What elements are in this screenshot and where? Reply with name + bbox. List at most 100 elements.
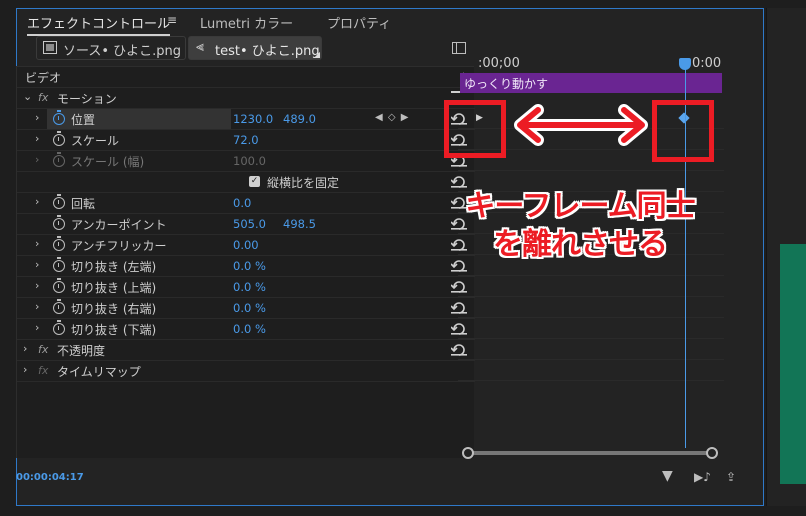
row-crop-left[interactable]: › 切り抜き (左端) 0.0 % — [17, 256, 475, 277]
anti-flicker-value[interactable]: 0.00 — [233, 238, 259, 252]
stopwatch-icon[interactable] — [53, 131, 65, 146]
anchor-y-value[interactable]: 498.5 — [283, 217, 316, 231]
anchor-x-value[interactable]: 505.0 — [233, 217, 266, 231]
position-label: 位置 — [71, 113, 96, 127]
stopwatch-icon[interactable] — [53, 110, 65, 125]
row-crop-top[interactable]: › 切り抜き (上端) 0.0 % — [17, 277, 475, 298]
motion-label: モーション — [57, 92, 117, 106]
chevron-right-icon[interactable]: › — [35, 195, 39, 208]
tab-properties[interactable]: プロパティ — [327, 13, 391, 32]
timeline-end-timecode: 0:00 — [692, 56, 722, 71]
section-video: ビデオ ▲ — [17, 67, 475, 88]
clip-name: ゆっくり動かす — [464, 77, 549, 91]
row-crop-bottom[interactable]: › 切り抜き (下端) 0.0 % — [17, 319, 475, 340]
row-crop-right[interactable]: › 切り抜き (右端) 0.0 % — [17, 298, 475, 319]
chevron-right-icon[interactable]: › — [35, 258, 39, 271]
stopwatch-icon[interactable] — [53, 257, 65, 272]
export-icon[interactable]: ⇪ — [726, 470, 736, 484]
row-scale-width: › スケール (幅) 100.0 — [17, 151, 475, 172]
crop-right-label: 切り抜き (右端) — [71, 302, 157, 316]
scale-width-label: スケール (幅) — [71, 155, 145, 169]
playhead-handle[interactable] — [679, 58, 691, 70]
program-monitor-preview — [780, 244, 806, 484]
position-y-value[interactable]: 489.0 — [283, 112, 316, 126]
scale-width-value: 100.0 — [233, 154, 266, 168]
sequence-clip-label: test• ひよこ.png — [215, 44, 320, 59]
chevron-right-icon[interactable]: › — [35, 321, 39, 334]
fx-icon[interactable]: fx — [38, 343, 48, 356]
stopwatch-icon[interactable] — [53, 278, 65, 293]
chevron-right-icon[interactable]: › — [35, 279, 39, 292]
tab-menu-icon[interactable]: ≡ — [167, 13, 177, 27]
tab-lumetri-color[interactable]: Lumetri カラー — [200, 13, 293, 32]
anchor-point-label: アンカーポイント — [71, 218, 167, 232]
timeline-start-timecode: :00;00 — [478, 56, 520, 71]
chevron-right-icon[interactable]: › — [35, 237, 39, 250]
scale-value[interactable]: 72.0 — [233, 133, 259, 147]
row-scale[interactable]: › スケール 72.0 — [17, 130, 475, 151]
sequence-clip-icon: ⫷ — [196, 39, 204, 55]
row-time-remap[interactable]: › fx タイムリマップ — [17, 361, 475, 382]
stopwatch-icon[interactable] — [53, 299, 65, 314]
crop-top-label: 切り抜き (上端) — [71, 281, 157, 295]
annotation-line-1: キーフレーム同士 — [465, 189, 695, 224]
row-uniform-scale[interactable]: ✓ 縦横比を固定 — [17, 172, 475, 193]
chevron-right-icon[interactable]: › — [35, 111, 39, 124]
crop-bottom-label: 切り抜き (下端) — [71, 323, 157, 337]
master-clip-icon — [43, 41, 57, 54]
sequence-clip-tab[interactable]: ⫷ test• ひよこ.png ◢ — [188, 36, 322, 60]
fx-icon[interactable]: fx — [38, 364, 48, 377]
timeline-zoom-scrollbar[interactable] — [462, 446, 718, 460]
dropdown-corner-icon: ◢ — [313, 50, 320, 59]
master-clip-tab[interactable]: ソース• ひよこ.png — [36, 36, 186, 60]
clip-bar[interactable]: ゆっくり動かす — [460, 73, 722, 93]
annotation-text: キーフレーム同士 を離れさせる — [430, 188, 730, 264]
crop-left-value[interactable]: 0.0 % — [233, 259, 266, 273]
section-video-label: ビデオ — [25, 71, 62, 85]
uniform-scale-label: 縦横比を固定 — [267, 176, 340, 190]
crop-bottom-value[interactable]: 0.0 % — [233, 322, 266, 336]
stopwatch-icon[interactable] — [53, 215, 65, 230]
uniform-scale-checkbox[interactable]: ✓ — [249, 176, 260, 187]
play-audio-icon[interactable]: ▶♪ — [694, 470, 711, 484]
row-anti-flicker[interactable]: › アンチフリッカー 0.00 — [17, 235, 475, 256]
effect-controls-window: エフェクトコントロール ≡ Lumetri カラー プロパティ ソース• ひよこ… — [0, 0, 806, 516]
stopwatch-icon[interactable] — [53, 194, 65, 209]
annotation-line-2: を離れさせる — [493, 227, 668, 262]
chevron-right-icon[interactable]: › — [23, 342, 27, 355]
annotation-box-left — [444, 100, 506, 158]
stopwatch-icon — [53, 152, 65, 167]
row-rotation[interactable]: › 回転 0.0 — [17, 193, 475, 214]
scrollbar-track[interactable] — [468, 451, 712, 455]
master-clip-label: ソース• ひよこ.png — [63, 44, 182, 59]
opacity-label: 不透明度 — [57, 344, 106, 358]
chevron-right-icon[interactable]: › — [35, 300, 39, 313]
source-selector-row: ソース• ひよこ.png ⫷ test• ひよこ.png ◢ — [16, 32, 474, 64]
row-anchor-point[interactable]: アンカーポイント 505.0 498.5 — [17, 214, 475, 235]
stopwatch-icon[interactable] — [53, 320, 65, 335]
fx-icon[interactable]: fx — [38, 91, 48, 104]
chevron-down-icon[interactable]: ⌄ — [23, 90, 32, 103]
row-opacity[interactable]: › fx 不透明度 — [17, 340, 475, 361]
chevron-right-icon[interactable]: › — [23, 363, 27, 376]
row-motion[interactable]: ⌄ fx モーション — [17, 88, 475, 109]
annotation-box-right — [652, 100, 714, 162]
property-list: ビデオ ▲ ⌄ fx モーション › 位置 1230.0 489.0 ◀ ◇ ▶… — [16, 66, 475, 458]
scrollbar-left-handle[interactable] — [462, 447, 474, 459]
scale-label: スケール — [71, 134, 120, 148]
chevron-right-icon[interactable]: › — [35, 132, 39, 145]
crop-top-value[interactable]: 0.0 % — [233, 280, 266, 294]
position-x-value[interactable]: 1230.0 — [233, 112, 273, 126]
filter-icon[interactable]: ▼ — [662, 468, 673, 484]
scrollbar-right-handle[interactable] — [706, 447, 718, 459]
chevron-right-icon: › — [35, 153, 40, 166]
row-position[interactable]: › 位置 1230.0 489.0 ◀ ◇ ▶ — [17, 109, 475, 130]
rotation-value[interactable]: 0.0 — [233, 196, 251, 210]
keyframe-nav-icon[interactable]: ◀ ◇ ▶ — [375, 112, 409, 123]
anti-flicker-label: アンチフリッカー — [71, 239, 167, 253]
crop-left-label: 切り抜き (左端) — [71, 260, 157, 274]
stopwatch-icon[interactable] — [53, 236, 65, 251]
current-time-display[interactable]: 00:00:04:17 — [16, 472, 84, 483]
annotation-double-arrow-icon — [514, 104, 648, 146]
crop-right-value[interactable]: 0.0 % — [233, 301, 266, 315]
